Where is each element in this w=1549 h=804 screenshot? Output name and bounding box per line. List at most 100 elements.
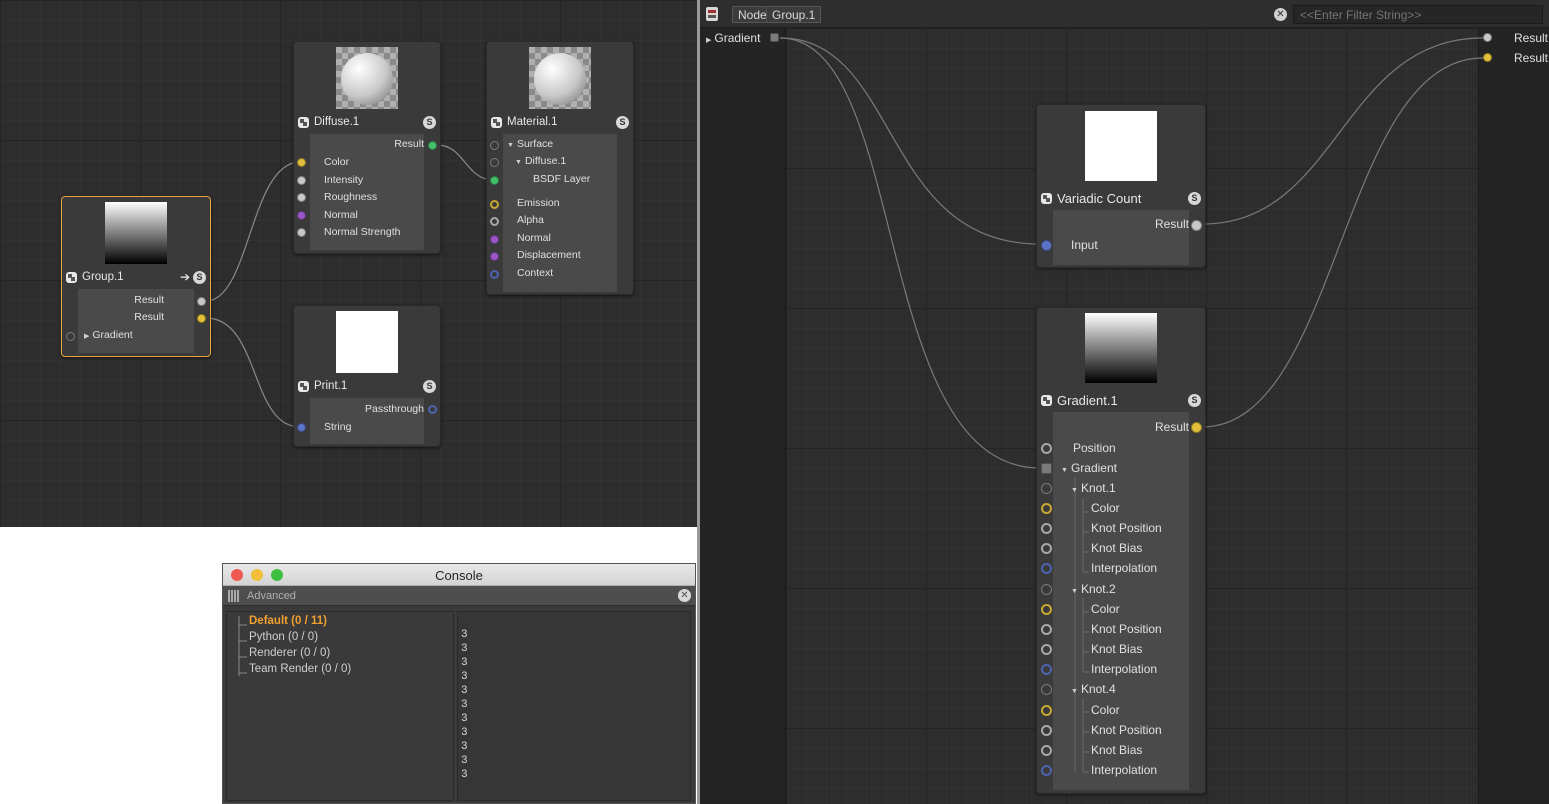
knot-port-dot[interactable]	[1041, 584, 1052, 595]
clear-filter-icon[interactable]: ✕	[1274, 8, 1287, 21]
solo-icon[interactable]: S	[423, 380, 436, 393]
gradient-preview	[1085, 313, 1157, 383]
breadcrumb-group[interactable]: Group.1	[766, 6, 822, 23]
solo-icon[interactable]: S	[423, 116, 436, 129]
material-title-row[interactable]: Material.1 S	[487, 114, 633, 132]
expand-arrow-icon[interactable]: ▼	[1071, 688, 1078, 695]
intensity-port-dot[interactable]	[297, 176, 306, 185]
normal-port-dot[interactable]	[297, 211, 306, 220]
expand-arrow-icon[interactable]: ▶	[84, 332, 89, 340]
console-titlebar[interactable]: Console	[223, 564, 695, 586]
gradient-port-dot[interactable]	[1041, 463, 1052, 474]
port-label: Knot Position	[1091, 521, 1162, 535]
material-node[interactable]: Material.1 S ▼ Surface ▼ Diffuse.1 BSDF La…	[486, 41, 634, 295]
variadic-count-node[interactable]: Variadic Count S Result Input	[1036, 104, 1206, 268]
emission-port-dot[interactable]	[490, 200, 499, 209]
solo-icon[interactable]: S	[1188, 394, 1201, 407]
color-port-dot[interactable]	[1041, 604, 1052, 615]
diffuse-node[interactable]: Diffuse.1 S Result Color Intensity Rough…	[293, 41, 441, 254]
tree-item-renderer[interactable]: Renderer (0 / 0)	[249, 647, 330, 659]
normal-port-dot[interactable]	[490, 235, 499, 244]
console-output[interactable]: 3 3 3 3 3 3 3 3 3 3 3	[457, 611, 691, 801]
result-port-dot[interactable]	[428, 141, 437, 150]
result-port-dot[interactable]	[197, 297, 206, 306]
knot-bias-port-dot[interactable]	[1041, 543, 1052, 554]
expand-arrow-icon[interactable]: ▼	[507, 142, 514, 149]
knot-position-port-dot[interactable]	[1041, 624, 1052, 635]
diffuse-port-dot[interactable]	[490, 158, 499, 167]
interpolation-port-dot[interactable]	[1041, 664, 1052, 675]
color-port-dot[interactable]	[297, 158, 306, 167]
expand-arrow-icon[interactable]: ▶	[706, 36, 711, 44]
result-port-dot[interactable]	[197, 314, 206, 323]
enter-group-icon[interactable]: ➔	[180, 270, 190, 284]
expand-arrow-icon[interactable]: ▼	[1071, 588, 1078, 595]
displacement-port-dot[interactable]	[490, 252, 499, 261]
gradient-node[interactable]: Gradient.1 S Result Position ▼ Gradient ▼…	[1036, 307, 1206, 794]
roughness-port-dot[interactable]	[297, 193, 306, 202]
port-label: Passthrough	[365, 403, 424, 415]
print-node[interactable]: Print.1 S Passthrough String	[293, 305, 441, 447]
passthrough-port-dot[interactable]	[428, 405, 437, 414]
knot-bias-port-dot[interactable]	[1041, 745, 1052, 756]
bsdf-port-dot[interactable]	[490, 176, 499, 185]
string-port-dot[interactable]	[297, 423, 306, 432]
alpha-port-dot[interactable]	[490, 217, 499, 226]
knot-port-dot[interactable]	[1041, 684, 1052, 695]
result-output-dot[interactable]	[1483, 53, 1492, 62]
port-label: Result	[1154, 217, 1189, 231]
material-ports: ▼ Surface ▼ Diffuse.1 BSDF Layer Emission …	[503, 134, 617, 292]
group-node[interactable]: Group.1 ➔ S Result Result ▶ Gradient	[61, 196, 211, 357]
filter-input[interactable]	[1293, 5, 1543, 24]
gradient-input-dot[interactable]	[770, 33, 779, 42]
result-port-dot[interactable]	[1191, 220, 1202, 231]
node-type-icon	[298, 117, 309, 128]
result-output-dot[interactable]	[1483, 33, 1492, 42]
gradient-title-row[interactable]: Gradient.1 S	[1037, 391, 1205, 411]
group-title-row[interactable]: Group.1 ➔ S	[62, 269, 210, 287]
expand-arrow-icon[interactable]: ▼	[1071, 487, 1078, 494]
console-window[interactable]: Console Advanced ✕ Default (0 / 11) Pyth…	[222, 563, 696, 804]
print-ports: Passthrough String	[310, 398, 424, 444]
expand-arrow-icon[interactable]: ▼	[515, 159, 522, 166]
grip-icon[interactable]	[228, 590, 240, 602]
interpolation-port-dot[interactable]	[1041, 765, 1052, 776]
print-title-row[interactable]: Print.1 S	[294, 378, 440, 396]
expand-arrow-icon[interactable]: ▼	[1061, 467, 1068, 474]
knot-bias-port-dot[interactable]	[1041, 644, 1052, 655]
left-node-graph[interactable]: Group.1 ➔ S Result Result ▶ Gradient Diff…	[0, 0, 697, 527]
solo-icon[interactable]: S	[1188, 192, 1201, 205]
port-label: Alpha	[517, 214, 544, 226]
group-node-editor[interactable]: Node Group.1 ✕ ▶Gradient Result Result V…	[700, 0, 1549, 804]
variadic-title-row[interactable]: Variadic Count S	[1037, 189, 1205, 209]
tree-item-default[interactable]: Default (0 / 11)	[249, 615, 327, 627]
solo-icon[interactable]: S	[193, 271, 206, 284]
knot-position-port-dot[interactable]	[1041, 523, 1052, 534]
output-line: 3	[461, 727, 468, 739]
color-port-dot[interactable]	[1041, 503, 1052, 514]
context-port-dot[interactable]	[490, 270, 499, 279]
surface-port-dot[interactable]	[490, 141, 499, 150]
tree-item-team-render[interactable]: Team Render (0 / 0)	[249, 663, 351, 675]
knot-label: ▼ Knot.1	[1071, 481, 1116, 495]
close-icon[interactable]: ✕	[678, 589, 691, 602]
editor-header: Node Group.1 ✕	[700, 0, 1549, 28]
color-port-dot[interactable]	[1041, 705, 1052, 716]
tree-item-python[interactable]: Python (0 / 0)	[249, 631, 318, 643]
advanced-label[interactable]: Advanced	[247, 590, 296, 602]
interpolation-port-dot[interactable]	[1041, 563, 1052, 574]
input-port-dot[interactable]	[1041, 240, 1052, 251]
solo-icon[interactable]: S	[616, 116, 629, 129]
knot-position-port-dot[interactable]	[1041, 725, 1052, 736]
group-output-result: Result	[1514, 51, 1549, 65]
knot-port-dot[interactable]	[1041, 483, 1052, 494]
normal-strength-port-dot[interactable]	[297, 228, 306, 237]
node-editor-icon[interactable]	[706, 7, 718, 21]
position-port-dot[interactable]	[1041, 443, 1052, 454]
output-line: 3	[461, 741, 468, 753]
gradient-port-dot[interactable]	[66, 332, 75, 341]
port-label: Interpolation	[1091, 561, 1158, 575]
result-port-dot[interactable]	[1191, 422, 1202, 433]
group-input-gradient: ▶ Gradient	[706, 31, 761, 45]
diffuse-title-row[interactable]: Diffuse.1 S	[294, 114, 440, 132]
